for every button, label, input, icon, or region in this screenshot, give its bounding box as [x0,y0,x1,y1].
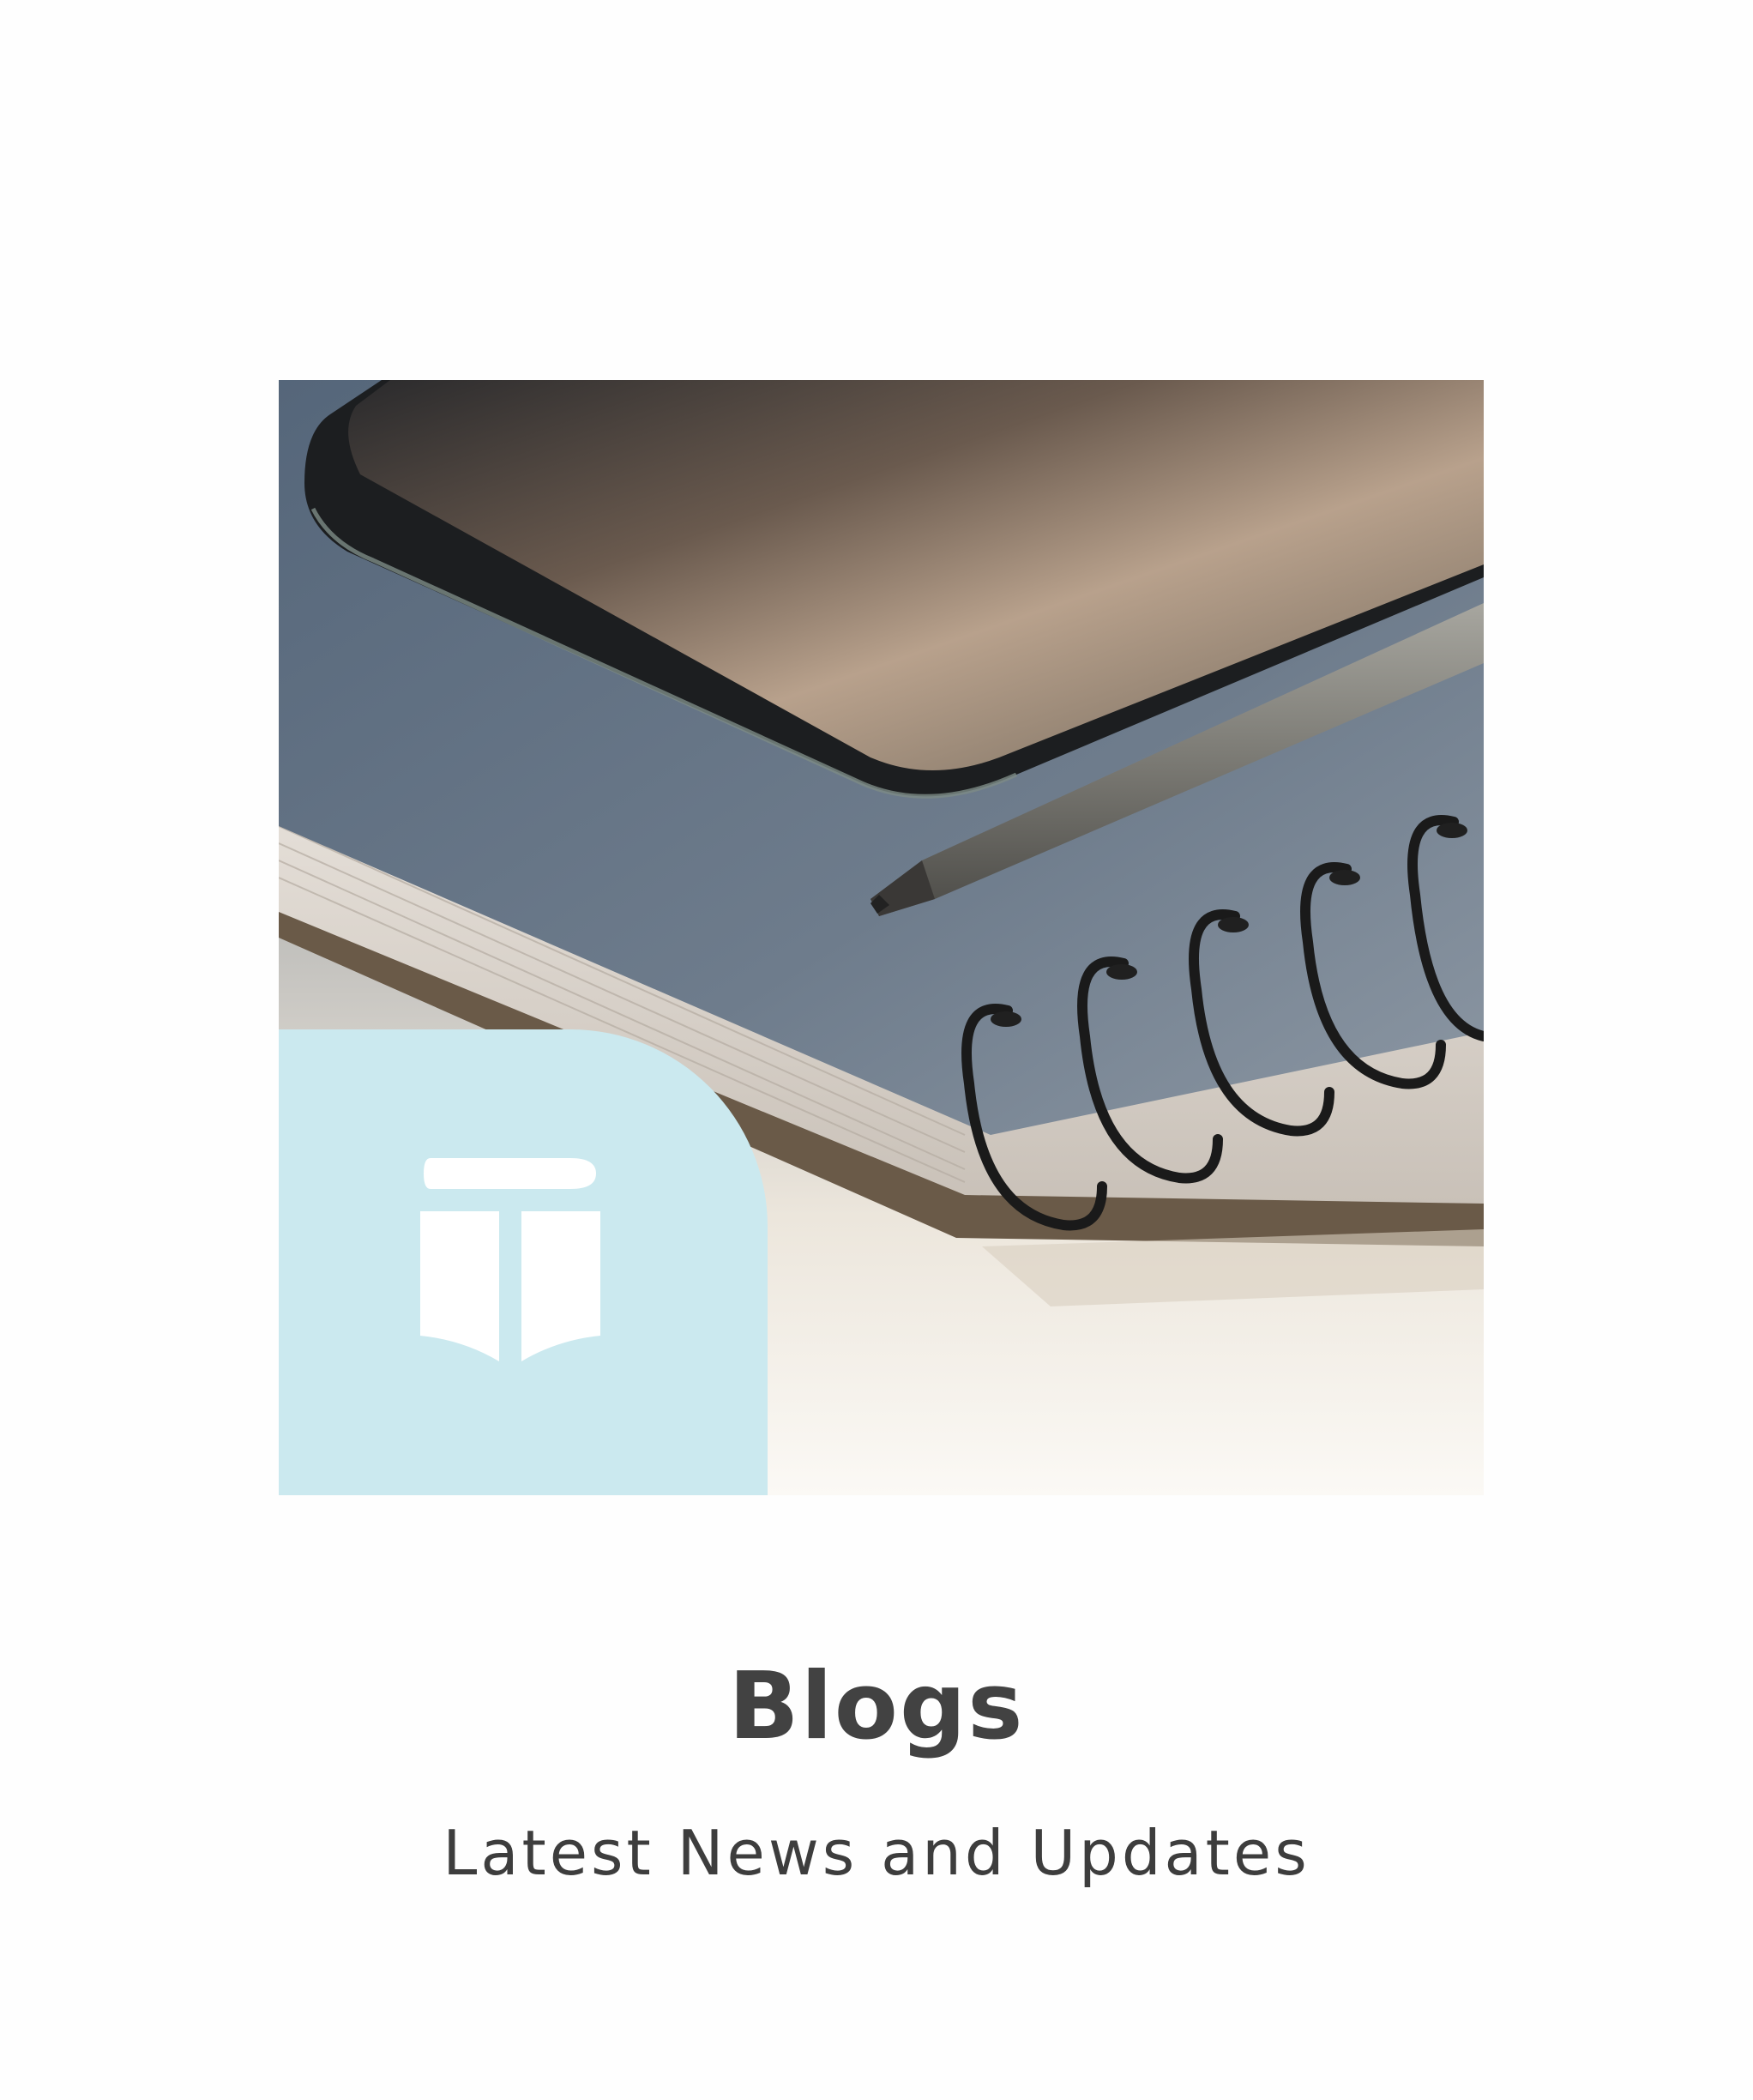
card-subtitle: Latest News and Updates [443,1817,1310,1889]
blog-card[interactable]: Blogs Latest News and Updates [0,0,1753,2100]
blog-badge [279,1029,768,1495]
card-title: Blogs [728,1653,1025,1760]
blog-card-image[interactable] [279,380,1484,1495]
open-book-pencil-icon [420,1157,600,1361]
